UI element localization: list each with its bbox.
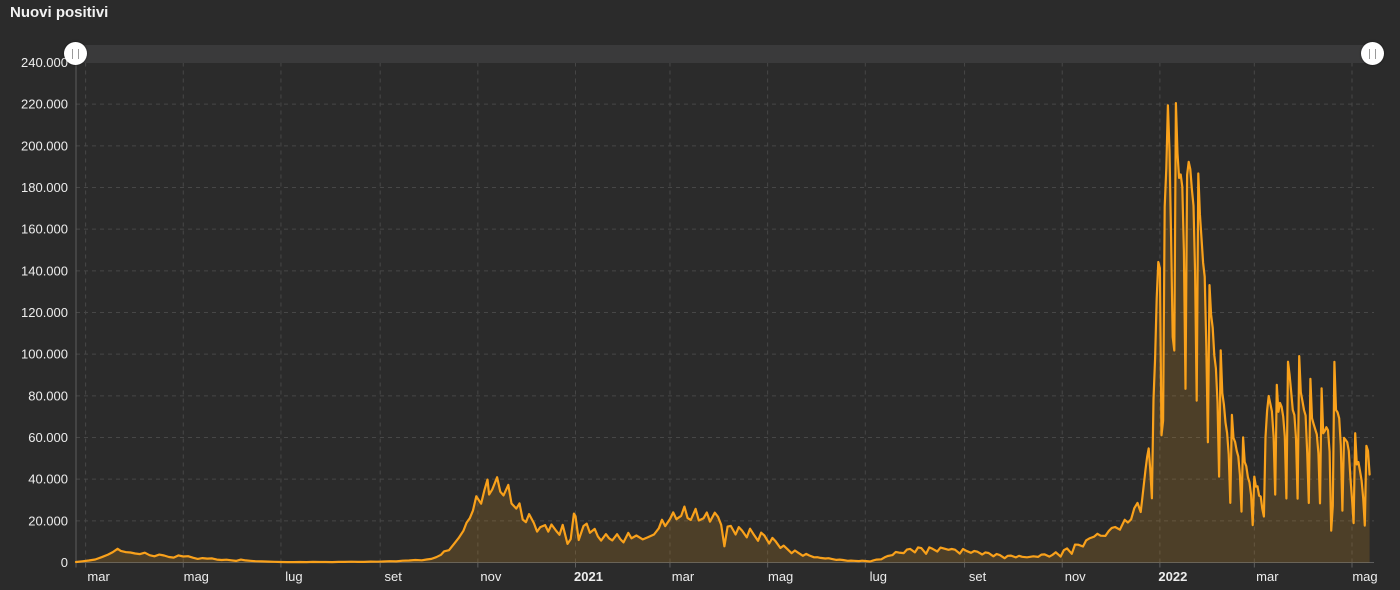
- y-axis-label: 80.000: [28, 388, 68, 403]
- y-axis-label: 220.000: [21, 97, 68, 112]
- x-axis-label: mag: [184, 569, 209, 584]
- y-axis-label: 0: [61, 555, 68, 570]
- y-axis-label: 160.000: [21, 222, 68, 237]
- x-axis-label: nov: [1065, 569, 1086, 584]
- x-axis-label: lug: [870, 569, 887, 584]
- y-axis-label: 240.000: [21, 55, 68, 70]
- x-axis-label: mar: [672, 569, 695, 584]
- x-axis-label: set: [969, 569, 987, 584]
- time-range-slider-track[interactable]: [70, 45, 1382, 63]
- x-axis-label: mar: [1256, 569, 1279, 584]
- covid-chart-dashboard: Nuovi positivi 0 20.000 40.000 60.000 80.000…: [0, 0, 1400, 590]
- time-range-slider-handle-left[interactable]: [64, 42, 87, 65]
- y-axis-label: 100.000: [21, 347, 68, 362]
- x-axis-label: 2021: [574, 569, 603, 584]
- y-axis-label: 140.000: [21, 263, 68, 278]
- x-axis-label: nov: [480, 569, 501, 584]
- x-axis-label: set: [385, 569, 403, 584]
- x-axis-label: mag: [1352, 569, 1377, 584]
- y-axis-label: 180.000: [21, 180, 68, 195]
- y-axis-label: 120.000: [21, 305, 68, 320]
- area-chart[interactable]: 0 20.000 40.000 60.000 80.000 100.000 120.000 1…: [0, 0, 1400, 590]
- y-axis-label: 60.000: [28, 430, 68, 445]
- grip-icon: [1369, 48, 1376, 59]
- y-axis-label: 20.000: [28, 513, 68, 528]
- x-axis-label: mag: [768, 569, 793, 584]
- x-axis-label: lug: [285, 569, 302, 584]
- x-axis-label: 2022: [1158, 569, 1187, 584]
- y-axis-label: 200.000: [21, 138, 68, 153]
- y-axis-label: 40.000: [28, 472, 68, 487]
- grip-icon: [72, 48, 79, 59]
- time-range-slider-handle-right[interactable]: [1361, 42, 1384, 65]
- x-axis-label: mar: [87, 569, 110, 584]
